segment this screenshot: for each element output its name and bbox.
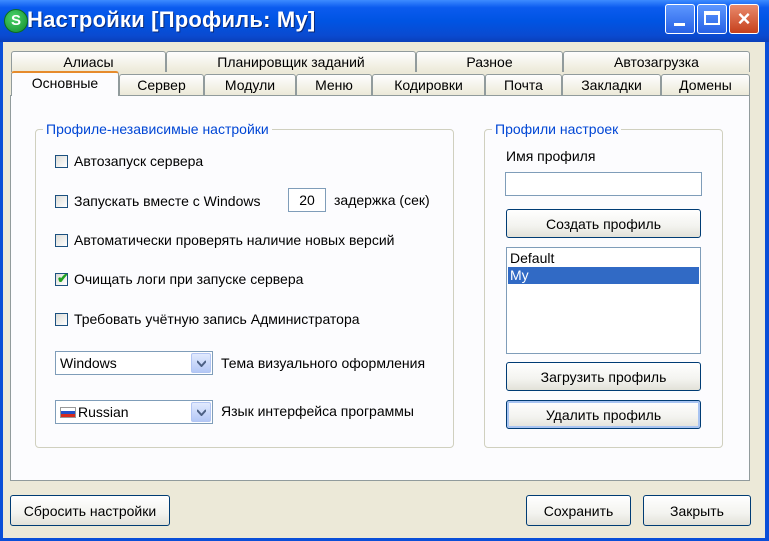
- autostart-server-label[interactable]: Автозапуск сервера: [74, 153, 203, 169]
- delete-profile-button[interactable]: Удалить профиль: [506, 400, 701, 429]
- close-icon: ×: [737, 6, 751, 31]
- reset-settings-button[interactable]: Сбросить настройки: [10, 495, 170, 526]
- profile-name-input[interactable]: [505, 172, 702, 196]
- app-icon: S: [4, 9, 28, 33]
- check-updates-label[interactable]: Автоматически проверять наличие новых ве…: [74, 232, 394, 248]
- tab-mail[interactable]: Почта: [485, 74, 562, 95]
- require-admin-checkbox[interactable]: [55, 313, 68, 326]
- tab-aliases[interactable]: Алиасы: [11, 51, 166, 72]
- profiles-legend: Профили настроек: [492, 121, 622, 137]
- tab-menu[interactable]: Меню: [296, 74, 372, 95]
- theme-select-value: Windows: [60, 355, 117, 371]
- profiles-listbox[interactable]: Default My: [506, 247, 701, 354]
- clear-logs-checkbox[interactable]: ✔: [55, 270, 69, 286]
- language-label: Язык интерфейса программы: [221, 403, 414, 419]
- chevron-down-icon[interactable]: [191, 402, 211, 422]
- title-bar[interactable]: S Настройки [Профиль: My] ×: [0, 0, 769, 42]
- load-profile-button[interactable]: Загрузить профиль: [506, 362, 701, 391]
- startup-delay-input[interactable]: 20: [288, 188, 326, 212]
- tab-general[interactable]: Основные: [11, 71, 119, 96]
- tab-encodings[interactable]: Кодировки: [372, 74, 485, 95]
- language-select[interactable]: Russian: [55, 400, 213, 424]
- maximize-icon: [704, 11, 720, 25]
- save-button[interactable]: Сохранить: [526, 495, 631, 526]
- language-select-value: Russian: [78, 404, 129, 420]
- start-with-windows-label[interactable]: Запускать вместе с Windows: [74, 193, 260, 209]
- startup-delay-label: задержка (сек): [334, 192, 430, 208]
- autostart-server-checkbox[interactable]: [55, 155, 68, 168]
- tab-misc[interactable]: Разное: [416, 51, 563, 72]
- russian-flag-icon: [60, 407, 76, 418]
- list-item[interactable]: My: [508, 267, 699, 284]
- independent-settings-legend: Профиле-независимые настройки: [43, 121, 272, 137]
- require-admin-label[interactable]: Требовать учётную запись Администратора: [74, 311, 360, 327]
- tab-scheduler[interactable]: Планировщик заданий: [166, 51, 416, 72]
- maximize-button[interactable]: [697, 4, 727, 34]
- list-item[interactable]: Default: [508, 250, 699, 267]
- tab-bookmarks[interactable]: Закладки: [562, 74, 661, 95]
- theme-select[interactable]: Windows: [55, 351, 213, 375]
- profile-name-label: Имя профиля: [506, 148, 596, 164]
- clear-logs-label[interactable]: Очищать логи при запуске сервера: [74, 271, 303, 287]
- tab-modules[interactable]: Модули: [204, 74, 296, 95]
- checkmark-icon: ✔: [57, 270, 69, 286]
- minimize-button[interactable]: [665, 4, 695, 34]
- tab-domains[interactable]: Домены: [661, 74, 750, 95]
- minimize-icon: [674, 23, 685, 26]
- tab-server[interactable]: Сервер: [119, 74, 204, 95]
- create-profile-button[interactable]: Создать профиль: [506, 209, 701, 238]
- check-updates-checkbox[interactable]: [55, 234, 68, 247]
- close-button[interactable]: Закрыть: [643, 495, 751, 526]
- start-with-windows-checkbox[interactable]: [55, 195, 68, 208]
- window-title: Настройки [Профиль: My]: [27, 7, 316, 32]
- close-window-button[interactable]: ×: [729, 4, 759, 34]
- theme-label: Тема визуального оформления: [221, 355, 426, 371]
- tab-autoload[interactable]: Автозагрузка: [563, 51, 750, 72]
- chevron-down-icon[interactable]: [191, 353, 211, 373]
